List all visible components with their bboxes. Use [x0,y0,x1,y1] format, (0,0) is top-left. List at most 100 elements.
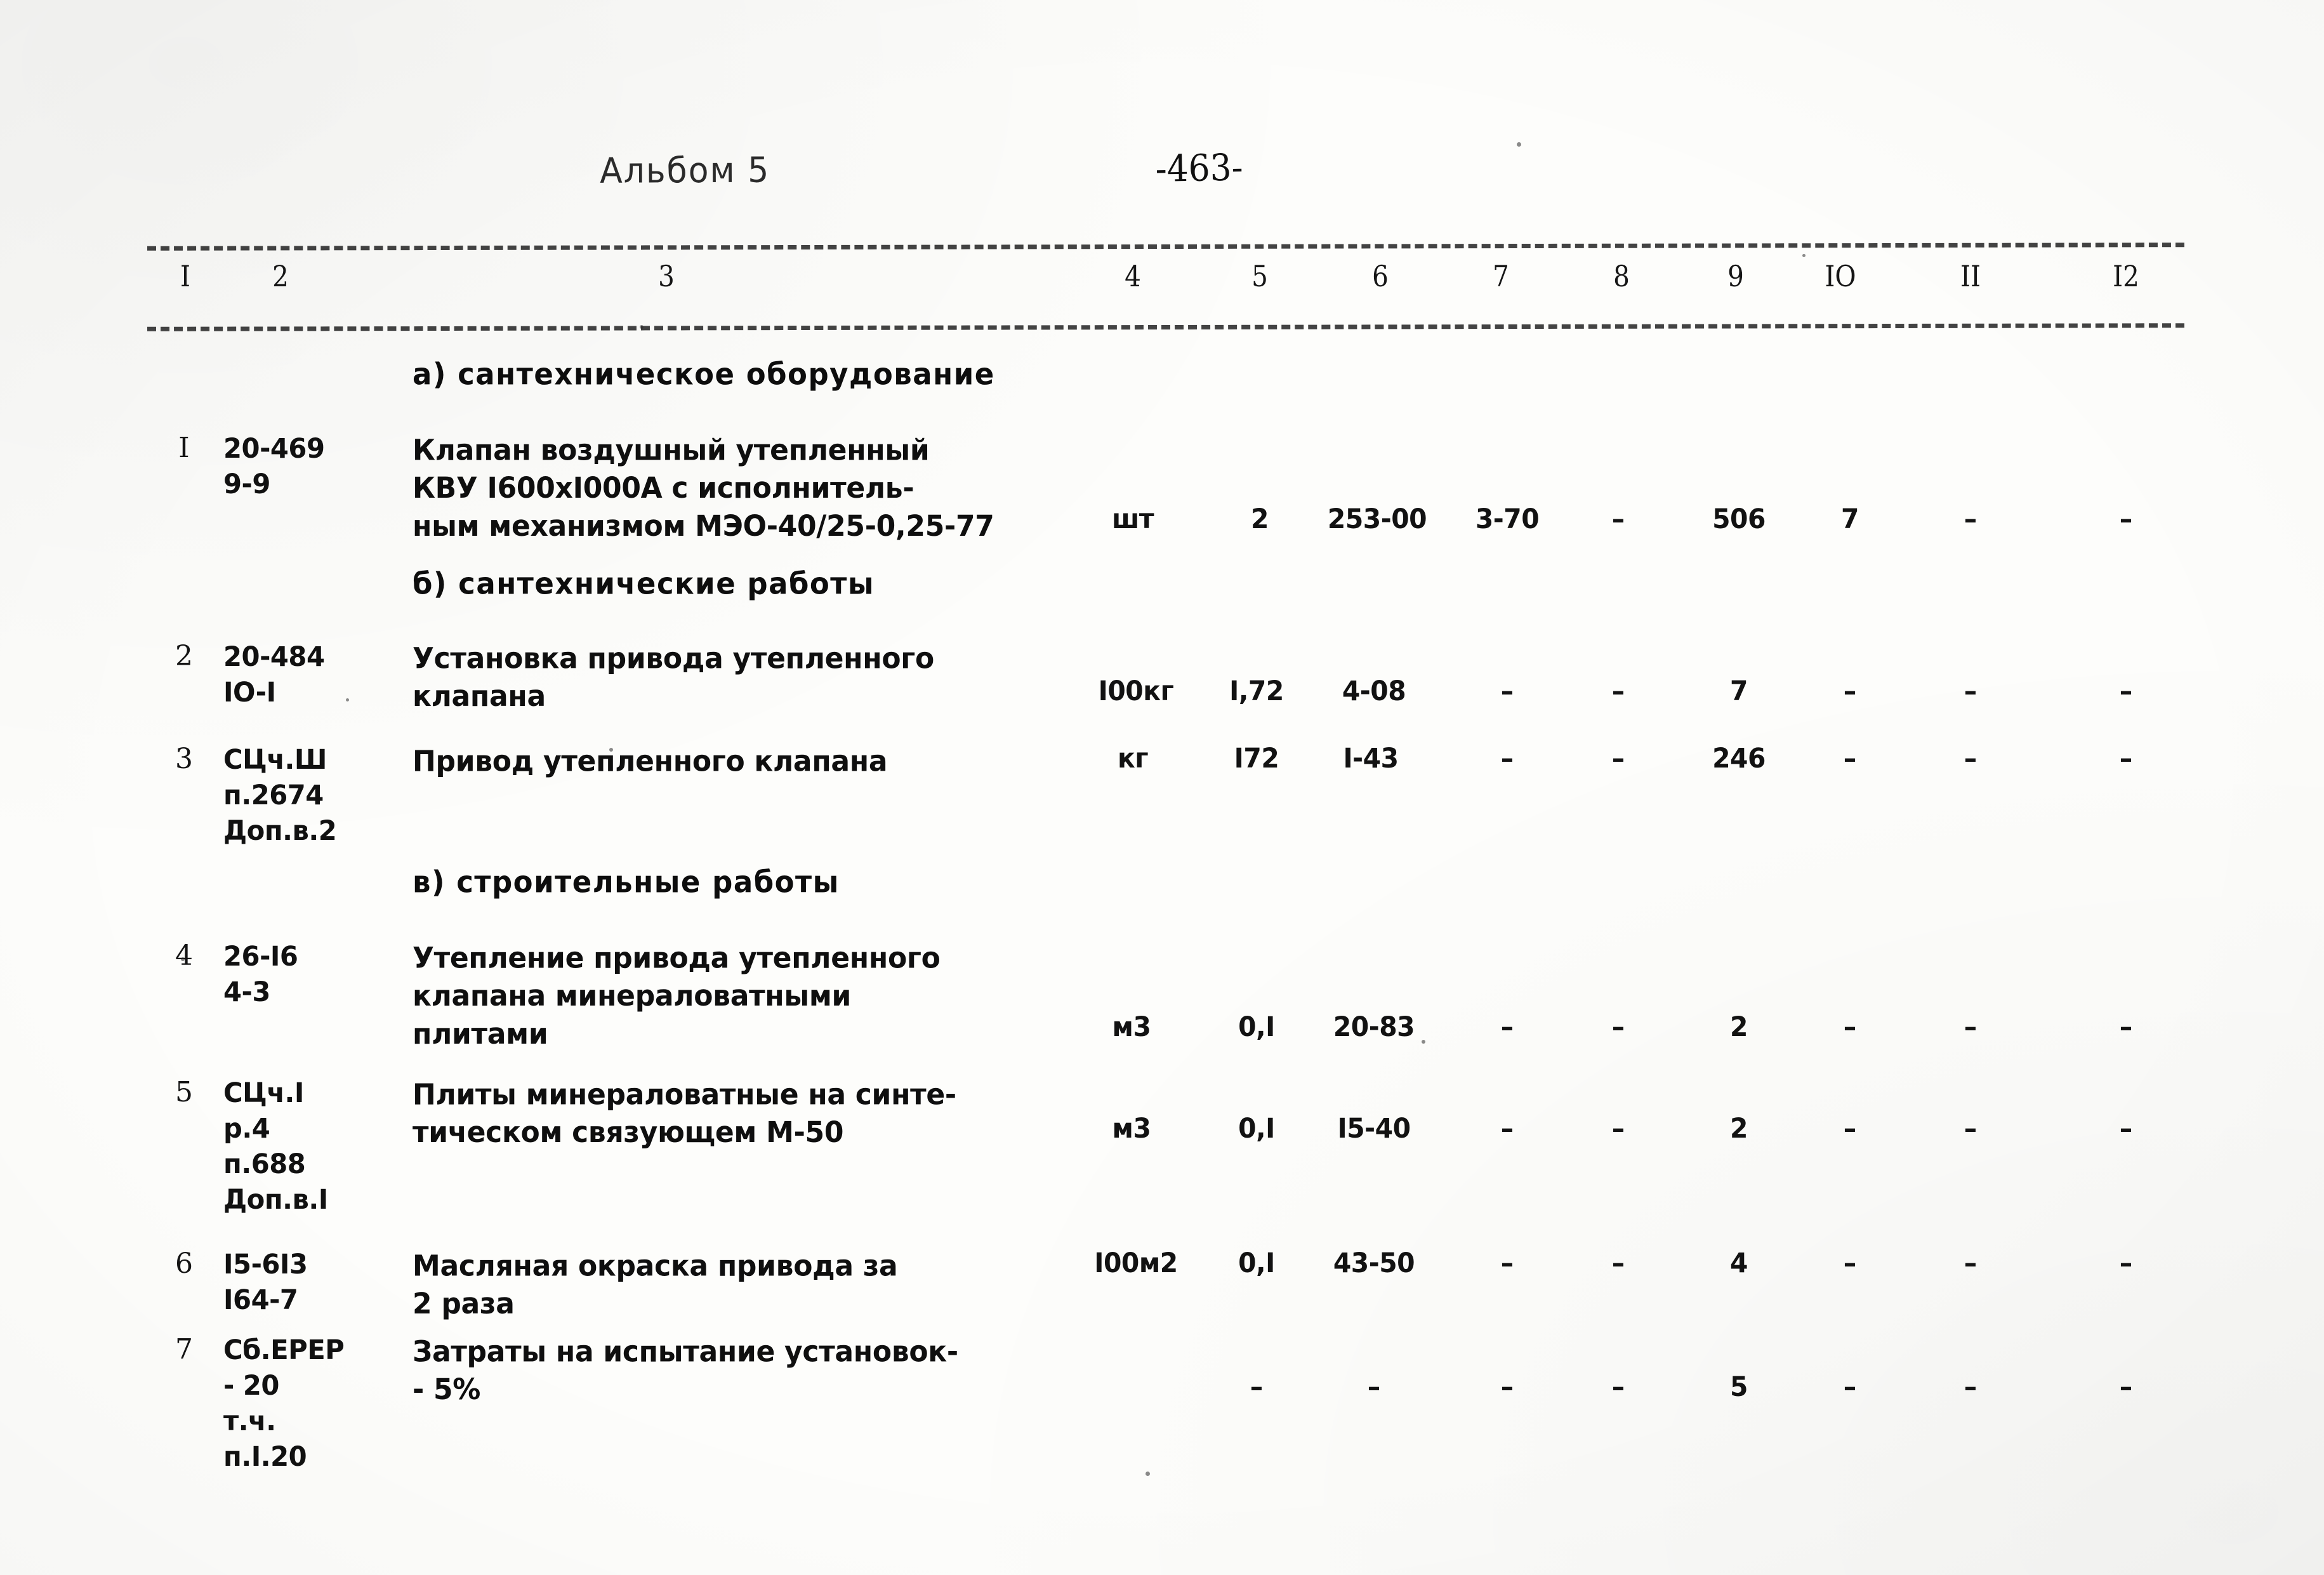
row-description: Плиты минераловатные на синте- тическом … [413,1078,956,1150]
row-unit: шт [1111,503,1154,535]
column-header-8: 8 [1613,259,1630,293]
scan-speck [181,957,185,961]
row-code: 20-484 IO-I [223,641,325,708]
table-rule-bottom [147,323,2185,331]
page-number: -463- [1155,145,1244,190]
row-col-12: – [2119,1247,2133,1279]
row-col-10: – [1843,1113,1857,1145]
row-description: Привод утепленного клапана [413,745,888,778]
row-col-6: I5-40 [1337,1113,1411,1145]
column-header-10: IO [1825,259,1856,293]
row-unit: кг [1117,743,1149,774]
row-number: 2 [175,640,193,672]
scan-speck [1422,1040,1425,1044]
row-col-8: – [1611,743,1625,774]
row-number: 6 [175,1247,193,1280]
row-description: Масляная окраска привода за 2 раза [413,1249,898,1321]
row-col-12: – [2119,1011,2133,1043]
scanned-page: Альбом 5 -463- I 2 3 4 5 6 7 8 9 IO II I… [0,0,2324,1575]
page-header: Альбом 5 -463- [0,145,2324,221]
row-col-5: I72 [1234,743,1279,774]
row-unit: м3 [1112,1113,1151,1145]
row-col-12: – [2119,1371,2133,1403]
column-header-3: 3 [658,259,675,293]
row-unit: м3 [1112,1011,1151,1043]
row-col-8: – [1611,1247,1625,1279]
column-header-9: 9 [1727,259,1744,293]
row-code: СЦч.I р.4 п.688 Доп.в.I [223,1077,328,1216]
row-col-10: 7 [1841,503,1859,535]
row-col-5: 2 [1251,503,1269,535]
row-col-12: – [2119,675,2133,707]
row-number: 3 [175,743,193,775]
row-unit: I00кг [1098,675,1174,707]
scan-speck [1145,1472,1150,1476]
album-title: Альбом 5 [600,150,770,192]
row-col-6: 4-08 [1342,675,1406,707]
row-col-6: 20-83 [1333,1011,1415,1043]
row-col-9: 7 [1730,675,1748,707]
row-number: I [178,432,190,464]
row-col-8: – [1611,1011,1625,1043]
row-number: 7 [175,1333,193,1366]
row-col-10: – [1843,675,1857,707]
row-col-6: – [1367,1371,1381,1403]
row-col-7: – [1500,743,1514,774]
row-col-8: – [1611,1113,1625,1145]
row-col-11: – [1964,1011,1977,1043]
row-col-8: – [1611,1371,1625,1403]
row-description: Клапан воздушный утепленный КВУ I600хI00… [413,434,994,543]
row-description: Установка привода утепленного клапана [413,642,934,714]
row-code: 20-469 9-9 [223,433,325,500]
row-col-6: 43-50 [1333,1247,1415,1279]
row-col-12: – [2119,503,2133,535]
column-header-5: 5 [1251,259,1268,293]
row-col-7: – [1500,675,1514,707]
row-col-7: – [1500,1247,1514,1279]
row-col-11: – [1964,743,1977,774]
row-col-5: 0,I [1238,1113,1275,1145]
row-col-7: – [1500,1011,1514,1043]
row-col-7: 3-70 [1475,503,1540,535]
row-col-7: – [1500,1113,1514,1145]
scan-speck [346,698,349,701]
scan-speck [640,325,644,329]
section-heading-a: а) сантехническое оборудование [413,357,995,392]
section-heading-b: б) сантехнические работы [413,566,875,602]
row-col-7: – [1500,1371,1514,1403]
row-col-9: 4 [1730,1247,1748,1279]
row-col-12: – [2119,1113,2133,1145]
scan-speck [609,748,613,752]
row-col-9: 2 [1730,1011,1748,1043]
row-col-10: – [1843,1011,1857,1043]
row-code: СЦч.Ш п.2674 Доп.в.2 [223,744,337,847]
row-col-9: 2 [1730,1113,1748,1145]
row-col-9: 506 [1712,503,1766,535]
section-heading-c: в) строительные работы [413,865,840,900]
row-col-11: – [1964,503,1977,535]
column-header-4: 4 [1125,259,1141,293]
column-header-11: II [1960,259,1981,293]
row-code: I5-6I3 I64-7 [223,1249,308,1316]
column-header-6: 6 [1372,259,1389,293]
row-code: Сб.ЕРЕР - 20 т.ч. п.I.20 [223,1334,345,1473]
row-description: Утепление привода утепленного клапана ми… [413,941,941,1051]
column-header-1: I [180,259,190,293]
scan-speck [1802,254,1806,257]
row-description: Затраты на испытание установок- - 5% [413,1335,958,1407]
row-col-10: – [1843,743,1857,774]
row-col-8: – [1611,503,1625,535]
row-col-9: 5 [1730,1371,1748,1403]
row-col-10: – [1843,1247,1857,1279]
row-col-6: I-43 [1343,743,1399,774]
column-header-2: 2 [272,259,289,293]
row-number: 5 [175,1076,193,1108]
column-header-12: I2 [2113,259,2139,293]
row-col-6: 253-00 [1327,503,1427,535]
row-number: 4 [175,940,193,972]
row-col-5: – [1250,1371,1264,1403]
row-col-11: – [1964,1247,1977,1279]
row-col-8: – [1611,675,1625,707]
table-rule-top [147,243,2185,251]
row-col-5: 0,I [1238,1011,1275,1043]
